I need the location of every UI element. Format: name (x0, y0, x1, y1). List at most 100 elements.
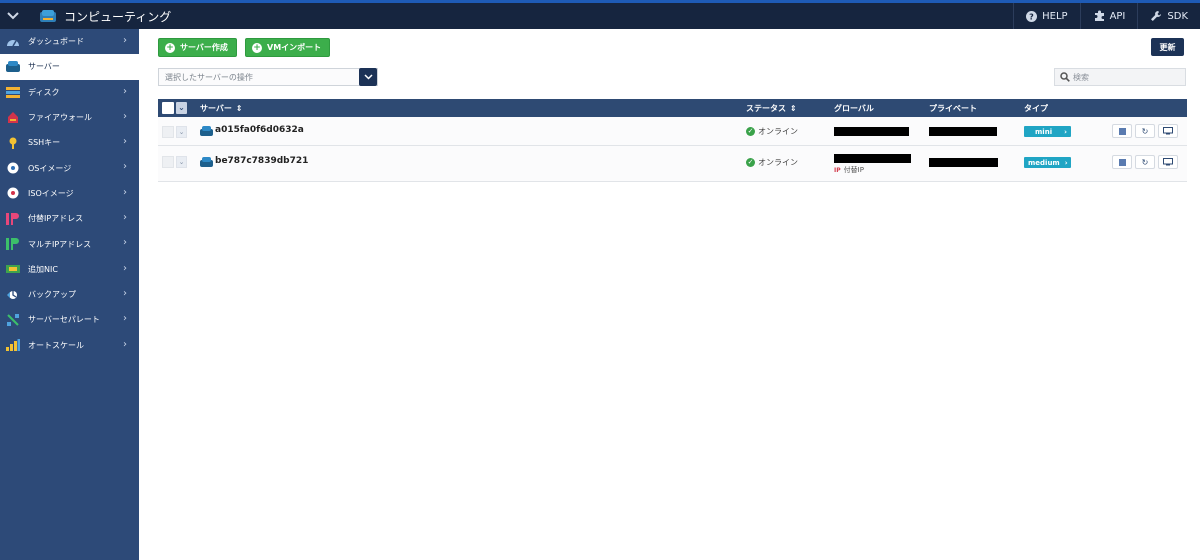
row-checkbox[interactable] (162, 126, 174, 138)
disk-icon (6, 86, 20, 98)
restart-button[interactable]: ↻ (1135, 124, 1155, 138)
header-status[interactable]: ステータス ⇕ (746, 99, 797, 117)
check-circle-icon: ✓ (746, 127, 755, 136)
select-all-checkbox[interactable] (162, 102, 174, 114)
iso-image-icon (6, 187, 20, 199)
search-placeholder: 検索 (1073, 72, 1089, 82)
vm-import-button[interactable]: + VMインポート (245, 38, 331, 57)
header-type-label: タイプ (1024, 103, 1048, 113)
type-badge[interactable]: medium › (1024, 157, 1071, 168)
sidebar-item-multi-ip[interactable]: マルチIPアドレス › (0, 231, 139, 256)
type-label: medium (1028, 158, 1060, 167)
sidebar-item-iso-image[interactable]: ISOイメージ › (0, 181, 139, 206)
plus-circle-icon: + (252, 42, 262, 53)
multi-ip-icon (6, 238, 20, 251)
monitor-icon (1163, 127, 1173, 135)
expand-all-chevron-icon[interactable]: ⌄ (176, 102, 187, 114)
row-expand-chevron-icon[interactable]: ⌄ (176, 126, 187, 138)
console-button[interactable] (1158, 124, 1178, 138)
select-placeholder: 選択したサーバーの操作 (165, 72, 253, 82)
main-content: + サーバー作成 + VMインポート 更新 選択したサーバーの操作 検索 ⌄ サ… (139, 29, 1200, 560)
sidebar-item-label: ファイアウォール (28, 113, 92, 123)
key-icon (6, 137, 20, 149)
chevron-right-icon: › (1064, 158, 1068, 167)
sidebar-item-floating-ip[interactable]: 付替IPアドレス › (0, 206, 139, 231)
chevron-right-icon: › (123, 287, 127, 299)
server-name[interactable]: be787c7839db721 (215, 156, 308, 166)
floating-ip-icon: IP (834, 166, 841, 174)
sdk-link[interactable]: SDK (1137, 3, 1200, 29)
sidebar-item-nic[interactable]: 追加NIC › (0, 257, 139, 282)
sidebar-item-server[interactable]: サーバー (0, 54, 139, 80)
status-online: ✓ オンライン (746, 126, 798, 137)
header-server[interactable]: サーバー ⇕ (200, 99, 243, 117)
floating-ip-tag: IP 付替IP (834, 165, 864, 175)
help-link[interactable]: ? HELP (1013, 3, 1079, 29)
search-input[interactable]: 検索 (1054, 68, 1186, 86)
sidebar-item-label: サーバーセパレート (28, 315, 100, 325)
sidebar-item-label: ダッシュボード (28, 37, 84, 47)
stop-button[interactable] (1112, 155, 1132, 169)
floating-ip-label: 付替IP (843, 166, 864, 174)
chevron-right-icon: › (123, 313, 127, 325)
create-server-label: サーバー作成 (180, 43, 228, 52)
chevron-right-icon: › (123, 212, 127, 224)
sdk-label: SDK (1167, 10, 1188, 22)
sidebar-item-label: OSイメージ (28, 163, 72, 173)
row-checkbox[interactable] (162, 156, 174, 168)
api-label: API (1109, 10, 1126, 22)
server-table-header: ⌄ サーバー ⇕ ステータス ⇕ グローバル プライベート タイプ (158, 99, 1187, 117)
sidebar-item-backup[interactable]: バックアップ › (0, 282, 139, 307)
autoscale-icon (6, 339, 20, 352)
sidebar-item-autoscale[interactable]: オートスケール › (0, 333, 139, 358)
help-label: HELP (1042, 10, 1068, 22)
svg-text:?: ? (1029, 12, 1034, 21)
sidebar-item-disk[interactable]: ディスク › (0, 80, 139, 105)
sidebar-item-firewall[interactable]: ファイアウォール › (0, 105, 139, 130)
top-bar: コンピューティング ? HELP API SDK (0, 0, 1200, 29)
monitor-icon (1163, 158, 1173, 166)
chevron-right-icon: › (123, 35, 127, 46)
table-row[interactable]: ⌄ be787c7839db721 ✓ オンライン IP 付替IP medium… (158, 146, 1187, 182)
row-expand-chevron-icon[interactable]: ⌄ (176, 156, 187, 168)
chevron-down-icon[interactable] (359, 68, 377, 86)
api-link[interactable]: API (1079, 3, 1138, 29)
chevron-right-icon: › (1064, 127, 1067, 136)
header-global: グローバル (834, 99, 874, 117)
refresh-button[interactable]: 更新 (1151, 38, 1184, 56)
redacted-global-ip (834, 127, 909, 136)
server-action-select[interactable]: 選択したサーバーの操作 (158, 68, 378, 86)
table-row[interactable]: ⌄ a015fa0f6d0632a ✓ オンライン mini › ↻ (158, 117, 1187, 146)
dashboard-icon (6, 36, 20, 48)
stop-button[interactable] (1112, 124, 1132, 138)
sidebar-item-ssh-key[interactable]: SSHキー › (0, 130, 139, 155)
header-private: プライベート (929, 99, 977, 117)
chevron-right-icon: › (123, 85, 127, 97)
redacted-private-ip (929, 127, 997, 136)
console-button[interactable] (1158, 155, 1178, 169)
firewall-icon (6, 112, 20, 124)
plus-circle-icon: + (165, 42, 175, 53)
header-type: タイプ (1024, 99, 1048, 117)
floating-ip-icon (6, 212, 20, 225)
sidebar-item-label: サーバー (28, 62, 60, 72)
refresh-label: 更新 (1159, 42, 1176, 52)
sidebar-item-separate[interactable]: サーバーセパレート › (0, 307, 139, 332)
create-server-button[interactable]: + サーバー作成 (158, 38, 237, 57)
row-actions: ↻ (1112, 155, 1178, 169)
restart-button[interactable]: ↻ (1135, 155, 1155, 169)
sort-icon: ⇕ (790, 103, 797, 113)
server-icon (6, 61, 20, 73)
redacted-global-ip (834, 154, 911, 163)
sidebar-item-label: 付替IPアドレス (28, 214, 84, 224)
sidebar-item-dashboard[interactable]: ダッシュボード › (0, 29, 139, 54)
header-status-label: ステータス (746, 103, 786, 113)
menu-toggle-chevron-icon[interactable] (0, 3, 26, 29)
status-online: ✓ オンライン (746, 157, 798, 168)
type-badge[interactable]: mini › (1024, 126, 1071, 137)
header-global-label: グローバル (834, 103, 874, 113)
server-icon (200, 157, 213, 167)
sidebar-item-os-image[interactable]: OSイメージ › (0, 155, 139, 180)
server-name[interactable]: a015fa0f6d0632a (215, 125, 304, 135)
chevron-right-icon: › (123, 186, 127, 198)
